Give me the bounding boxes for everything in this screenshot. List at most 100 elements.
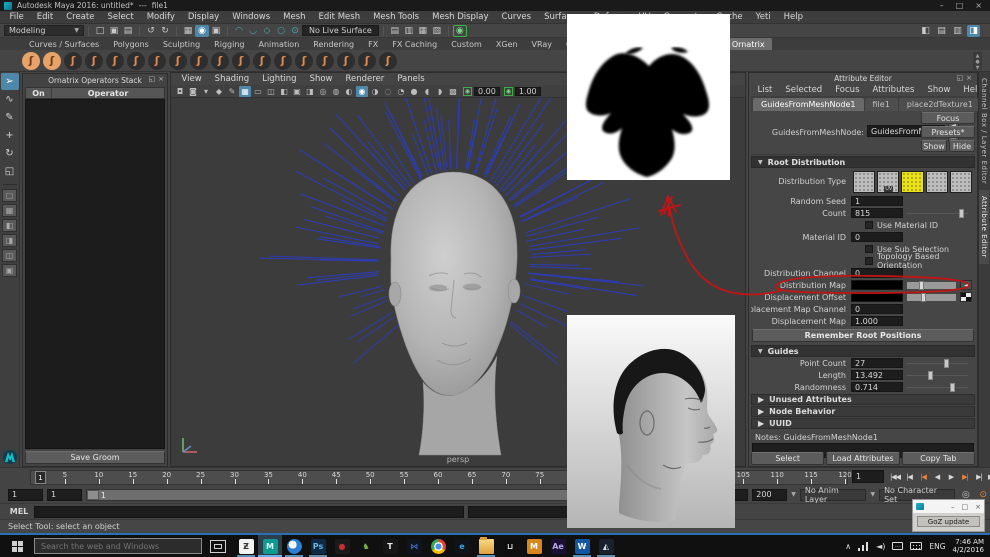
viewport-field-2-value[interactable]: 1.00	[515, 87, 541, 96]
ae-tab-guidesfrommeshnode1[interactable]: GuidesFromMeshNode1	[753, 98, 864, 111]
toolbar-icon-2-1[interactable]: ◉	[195, 25, 209, 37]
menu-select[interactable]: Select	[101, 12, 140, 22]
ornatrix-shelf-icon-4[interactable]: ʃ	[106, 52, 124, 70]
viewport-toolbar-icon-14[interactable]: ◉	[356, 86, 368, 97]
menu-windows[interactable]: Windows	[226, 12, 277, 22]
menu-modify[interactable]: Modify	[140, 12, 181, 22]
section-uuid[interactable]: ▶UUID	[751, 418, 975, 429]
remember-root-positions-button[interactable]: Remember Root Positions	[752, 329, 974, 342]
paint-select-tool[interactable]: ✎	[1, 109, 19, 126]
ornatrix-shelf-icon-7[interactable]: ʃ	[169, 52, 187, 70]
ornatrix-shelf-icon-10[interactable]: ʃ	[232, 52, 250, 70]
toolbar-icon-2-0[interactable]: ▦	[181, 25, 195, 37]
ornatrix-shelf-icon-15[interactable]: ʃ	[337, 52, 355, 70]
point-count-field[interactable]: 27	[851, 358, 903, 368]
tab-attribute-editor[interactable]: Attribute Editor	[979, 190, 989, 264]
goz-update-button[interactable]: GoZ update	[917, 516, 980, 527]
use-sub-selection-checkbox[interactable]	[865, 245, 873, 253]
section-unused-attributes[interactable]: ▶Unused Attributes	[751, 394, 975, 405]
layout-preset-1[interactable]: ▦	[2, 204, 17, 217]
close-icon[interactable]: ×	[966, 74, 972, 82]
shelf-tab-rigging[interactable]: Rigging	[207, 38, 251, 50]
playback-button-3[interactable]: ◀	[930, 470, 944, 483]
playback-button-5[interactable]: ▶|	[958, 470, 972, 483]
close-button[interactable]: ×	[975, 1, 982, 10]
viewport-toolbar-icon-15[interactable]: ◑	[369, 86, 381, 97]
shelf-tab-curves-surfaces[interactable]: Curves / Surfaces	[22, 38, 106, 50]
presets-button[interactable]: Presets*	[921, 126, 975, 138]
length-slider[interactable]	[907, 371, 968, 380]
current-time-field[interactable]: 1	[852, 470, 884, 483]
ae-menu-focus[interactable]: Focus	[829, 85, 866, 95]
layout-preset-2[interactable]: ◧	[2, 219, 17, 232]
sidebar-toggle-1[interactable]: ▤	[935, 25, 948, 37]
ornatrix-shelf-icon-2[interactable]: ʃ	[64, 52, 82, 70]
shelf-tab-polygons[interactable]: Polygons	[106, 38, 156, 50]
shelf-tab-fx[interactable]: FX	[361, 38, 385, 50]
copy-tab-button[interactable]: Copy Tab	[902, 452, 975, 465]
shelf-tab-vray[interactable]: VRay	[525, 38, 560, 50]
viewport-toolbar-icon-3[interactable]: ◆	[213, 86, 225, 97]
sidebar-toggle-2[interactable]: ▥	[951, 25, 964, 37]
distribution-channel-field[interactable]: 0	[851, 268, 903, 278]
viewport-menu-renderer[interactable]: Renderer	[339, 74, 391, 84]
taskbar-app-bowtie-app[interactable]: ⋈	[402, 535, 426, 557]
taskbar-app-mudbox[interactable]: M	[522, 535, 546, 557]
toolbar-icon-0-0[interactable]: □	[93, 25, 107, 37]
distribution-type-random-uv[interactable]	[950, 171, 972, 193]
close-icon[interactable]: ×	[158, 75, 164, 83]
taskbar-app-maya[interactable]: M	[258, 535, 282, 557]
clock[interactable]: 7:46 AM 4/2/2016	[953, 538, 984, 554]
menu-help[interactable]: Help	[777, 12, 809, 22]
layout-preset-0[interactable]: ▢	[2, 189, 17, 202]
taskbar-app-file-explorer[interactable]	[474, 535, 498, 557]
ornatrix-shelf-icon-0[interactable]: ʃ	[22, 52, 40, 70]
ornatrix-shelf-icon-5[interactable]: ʃ	[127, 52, 145, 70]
count-slider[interactable]	[907, 209, 968, 218]
displacement-offset-slider[interactable]	[907, 294, 956, 301]
distribution-type-vertex[interactable]	[926, 171, 948, 193]
displacement-map-channel-field[interactable]: 0	[851, 304, 903, 314]
maximize-button[interactable]: □	[962, 503, 969, 511]
ae-menu-attributes[interactable]: Attributes	[866, 85, 921, 95]
shelf-tab-animation[interactable]: Animation	[251, 38, 306, 50]
distribution-type-uniform[interactable]	[853, 171, 875, 193]
shelf-tab-fx-caching[interactable]: FX Caching	[385, 38, 444, 50]
network-icon[interactable]	[858, 542, 869, 551]
animation-start-field[interactable]: 1	[8, 489, 43, 501]
chevron-down-icon[interactable]: ▼	[791, 491, 796, 498]
length-field[interactable]: 13.492	[851, 370, 903, 380]
taskbar-app-red-sphere-app[interactable]: ●	[330, 535, 354, 557]
point-count-slider[interactable]	[907, 359, 968, 368]
load-attributes-button[interactable]: Load Attributes	[826, 452, 899, 465]
viewport-toolbar-icon-5[interactable]: ▦	[239, 86, 251, 97]
shelf-tab-rendering[interactable]: Rendering	[306, 38, 361, 50]
toolbar-icon-3-3[interactable]: ○	[274, 25, 288, 37]
taskbar-app-after-effects[interactable]: Ae	[546, 535, 570, 557]
move-tool[interactable]: +	[1, 127, 19, 144]
playback-button-1[interactable]: |◀	[902, 470, 916, 483]
viewport-menu-view[interactable]: View	[175, 74, 208, 84]
toolbar-icon-0-2[interactable]: ▤	[121, 25, 135, 37]
taskbar-app-houdini[interactable]: ♞	[354, 535, 378, 557]
section-node-behavior[interactable]: ▶Node Behavior	[751, 406, 975, 417]
section-guides[interactable]: ▼ Guides	[751, 345, 975, 357]
toolbar-icon-5-0[interactable]: ◉	[453, 25, 467, 37]
viewport-toolbar-icon-4[interactable]: ✎	[226, 86, 238, 97]
ornatrix-shelf-icon-3[interactable]: ʃ	[85, 52, 103, 70]
texture-checker-icon[interactable]	[960, 292, 972, 302]
anim-layer-dropdown[interactable]: No Anim Layer	[800, 489, 867, 501]
playback-button-4[interactable]: ▶	[944, 470, 958, 483]
viewport-toolbar-icon-2[interactable]: ▾	[200, 86, 212, 97]
menu-create[interactable]: Create	[60, 12, 101, 22]
viewport-menu-lighting[interactable]: Lighting	[256, 74, 303, 84]
lasso-tool[interactable]: ∿	[1, 91, 19, 108]
ornatrix-shelf-icon-12[interactable]: ʃ	[274, 52, 292, 70]
language-indicator[interactable]: ENG	[929, 542, 945, 551]
viewport-menu-panels[interactable]: Panels	[391, 74, 431, 84]
viewport-toolbar-icon-17[interactable]: ◔	[395, 86, 407, 97]
minimize-button[interactable]: –	[951, 503, 955, 511]
toolbar-icon-4-1[interactable]: ▥	[402, 25, 416, 37]
playback-button-2[interactable]: |◀	[916, 470, 930, 483]
close-button[interactable]: ×	[975, 503, 981, 511]
